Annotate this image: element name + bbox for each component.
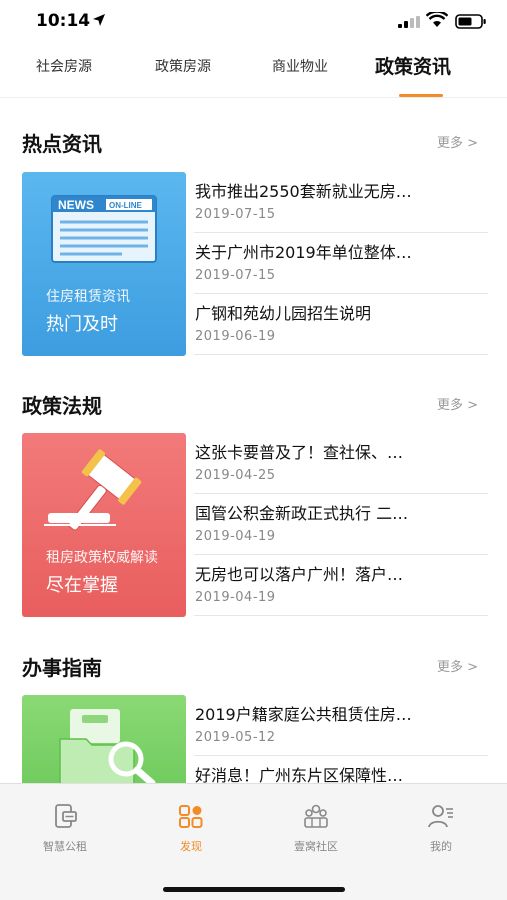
- news-date: 2019-07-15: [195, 207, 276, 222]
- profile-icon: [428, 805, 453, 828]
- tab-commercial-property[interactable]: 商业物业: [272, 56, 328, 76]
- news-badge-text: NEWS: [58, 198, 94, 212]
- more-link[interactable]: 更多 >: [437, 656, 478, 675]
- community-icon: [304, 804, 328, 828]
- more-link[interactable]: 更多 >: [437, 394, 478, 413]
- guide-banner[interactable]: [22, 695, 186, 785]
- news-title: 2019户籍家庭公共租赁住房…: [195, 705, 412, 724]
- banner-title: 热门及时: [46, 314, 118, 335]
- tab-policy-news[interactable]: 政策资讯: [375, 52, 451, 79]
- news-item[interactable]: 我市推出2550套新就业无房… 2019-07-15: [194, 172, 488, 233]
- cellular-signal-icon: [398, 16, 420, 28]
- nav-smart-rental[interactable]: 智慧公租: [2, 784, 128, 864]
- folder-search-icon: [59, 709, 156, 785]
- section-title: 政策法规: [22, 394, 102, 418]
- news-date: 2019-07-15: [195, 268, 276, 283]
- news-item[interactable]: 国管公积金新政正式执行 二… 2019-04-19: [194, 494, 488, 555]
- news-date: 2019-05-12: [195, 730, 276, 745]
- news-date: 2019-04-25: [195, 468, 276, 483]
- nav-label: 我的: [430, 840, 452, 853]
- news-item[interactable]: 2019户籍家庭公共租赁住房… 2019-05-12: [194, 695, 488, 756]
- news-date: 2019-04-19: [195, 529, 276, 544]
- news-item[interactable]: 广钢和苑幼儿园招生说明 2019-06-19: [194, 294, 488, 355]
- nav-label: 壹窝社区: [294, 840, 338, 853]
- news-title: 广钢和苑幼儿园招生说明: [195, 304, 372, 323]
- news-title: 国管公积金新政正式执行 二…: [195, 504, 409, 523]
- banner-subtitle: 租房政策权威解读: [46, 550, 158, 566]
- category-tabs: 社会房源 政策房源 商业物业 政策资讯: [0, 44, 507, 98]
- location-arrow-icon: [93, 14, 105, 26]
- banner-subtitle: 住房租赁资讯: [46, 289, 130, 305]
- news-date: 2019-04-19: [195, 590, 276, 605]
- tab-policy-housing[interactable]: 政策房源: [155, 56, 211, 76]
- hot-news-banner[interactable]: NEWS ON-LINE 住房租赁资讯 热门及时: [22, 172, 186, 356]
- wifi-icon: [426, 12, 448, 27]
- section-title: 热点资讯: [22, 132, 102, 156]
- news-item[interactable]: 好消息！广州东片区保障性…: [194, 756, 488, 786]
- news-date: 2019-06-19: [195, 329, 276, 344]
- phone-card-icon: [55, 804, 77, 828]
- bottom-nav: 智慧公租 发现 壹窝社区 我的: [0, 783, 507, 900]
- news-title: 无房也可以落户广州！落户…: [195, 565, 404, 584]
- news-title: 我市推出2550套新就业无房…: [195, 182, 412, 201]
- status-bar: 10:14: [0, 0, 507, 44]
- nav-community[interactable]: 壹窝社区: [253, 784, 379, 864]
- newspaper-icon: NEWS ON-LINE: [51, 195, 157, 263]
- battery-icon: [455, 14, 486, 29]
- home-indicator: [163, 887, 345, 892]
- news-item[interactable]: 这张卡要普及了！查社保、… 2019-04-25: [194, 433, 488, 494]
- section-title: 办事指南: [22, 656, 102, 680]
- tab-social-housing[interactable]: 社会房源: [36, 56, 92, 76]
- more-link[interactable]: 更多 >: [437, 132, 478, 151]
- news-title: 这张卡要普及了！查社保、…: [195, 443, 404, 462]
- nav-discover[interactable]: 发现: [128, 784, 254, 864]
- nav-profile[interactable]: 我的: [378, 784, 504, 864]
- news-title: 关于广州市2019年单位整体…: [195, 243, 412, 262]
- discover-icon: [179, 805, 203, 828]
- active-tab-indicator: [399, 94, 443, 97]
- gavel-icon: [44, 449, 142, 531]
- nav-label: 智慧公租: [43, 840, 87, 853]
- news-item[interactable]: 关于广州市2019年单位整体… 2019-07-15: [194, 233, 488, 294]
- online-badge-text: ON-LINE: [109, 201, 143, 210]
- news-item[interactable]: 无房也可以落户广州！落户… 2019-04-19: [194, 555, 488, 616]
- nav-label: 发现: [180, 840, 202, 853]
- banner-title: 尽在掌握: [46, 575, 118, 596]
- status-time: 10:14: [36, 11, 91, 31]
- policy-banner[interactable]: 租房政策权威解读 尽在掌握: [22, 433, 186, 617]
